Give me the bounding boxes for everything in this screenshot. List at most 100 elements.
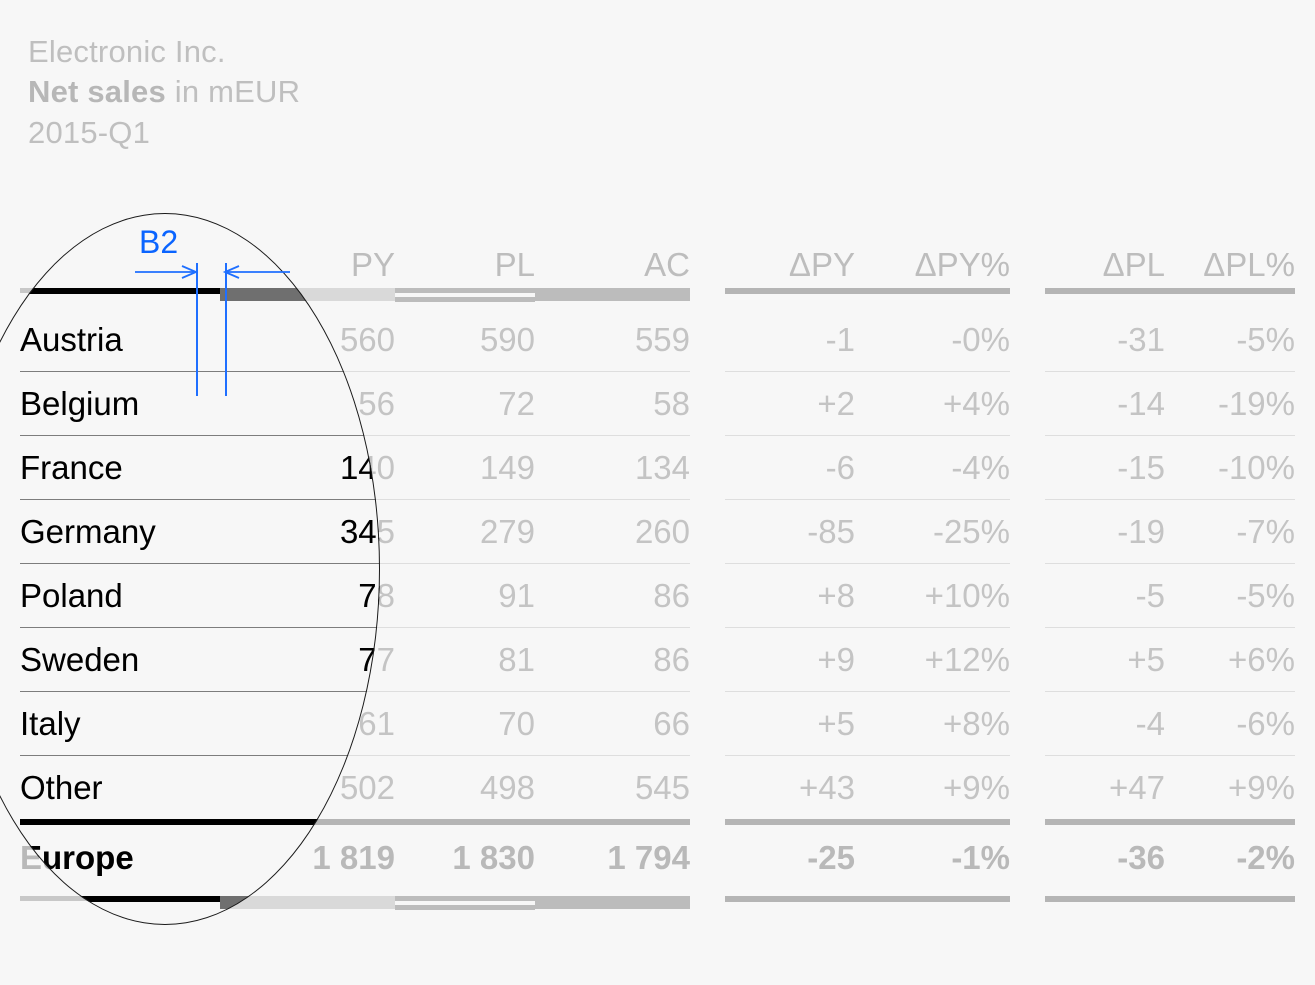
row-delta-py-pct: +12% bbox=[855, 627, 1010, 692]
footer-marker-pl bbox=[395, 891, 535, 918]
row-delta-py-pct: -0% bbox=[855, 308, 1010, 372]
total-gap-2 bbox=[1010, 822, 1045, 891]
total-gap-1 bbox=[690, 822, 725, 891]
row-delta-py-pct: -25% bbox=[855, 499, 1010, 564]
row-delta-pl: -14 bbox=[1045, 371, 1165, 436]
marker-gap-2 bbox=[1010, 288, 1045, 308]
row-label: Sweden bbox=[20, 627, 220, 692]
row-delta-pl-pct: -5% bbox=[1165, 308, 1295, 372]
row-gap-1 bbox=[690, 692, 725, 756]
row-delta-pl: -31 bbox=[1045, 308, 1165, 372]
row-delta-pl-pct: -6% bbox=[1165, 691, 1295, 756]
total-delta-pl-pct: -2% bbox=[1165, 819, 1295, 891]
marker-label bbox=[20, 288, 220, 308]
total-delta-py-pct: -1% bbox=[855, 819, 1010, 891]
row-pl: 498 bbox=[395, 755, 535, 823]
row-ac: 86 bbox=[535, 627, 690, 692]
row-delta-pl: -15 bbox=[1045, 435, 1165, 500]
row-delta-py-pct: +8% bbox=[855, 691, 1010, 756]
marker-gap-1 bbox=[690, 288, 725, 308]
row-gap-2 bbox=[1010, 564, 1045, 628]
row-gap-1 bbox=[690, 372, 725, 436]
report-table-wrapper: PY PL AC ΔPY ΔPY% ΔPL ΔPL% Austria 560 5… bbox=[0, 0, 1315, 985]
row-gap-1 bbox=[690, 436, 725, 500]
row-delta-pl-pct: -5% bbox=[1165, 563, 1295, 628]
row-delta-pl: +5 bbox=[1045, 627, 1165, 692]
row-delta-pl-pct: +6% bbox=[1165, 627, 1295, 692]
footer-marker-gap-1 bbox=[690, 891, 725, 918]
header-delta-pl: ΔPL bbox=[1102, 246, 1165, 283]
row-ac: 66 bbox=[535, 691, 690, 756]
row-pl: 72 bbox=[395, 371, 535, 436]
marker-delta-pl-pct bbox=[1165, 288, 1295, 308]
footer-marker-delta-py-pct bbox=[855, 891, 1010, 918]
row-delta-py-pct: +4% bbox=[855, 371, 1010, 436]
row-gap-1 bbox=[690, 564, 725, 628]
row-gap-2 bbox=[1010, 756, 1045, 823]
total-delta-pl: -36 bbox=[1045, 819, 1165, 891]
marker-pl bbox=[395, 288, 535, 308]
row-label: France bbox=[20, 435, 220, 500]
footer-marker-delta-pl bbox=[1045, 891, 1165, 918]
row-ac: 260 bbox=[535, 499, 690, 564]
row-delta-py: +8 bbox=[725, 563, 855, 628]
row-pl: 590 bbox=[395, 308, 535, 372]
row-pl: 149 bbox=[395, 435, 535, 500]
marker-ac bbox=[535, 288, 690, 308]
row-delta-py: +5 bbox=[725, 691, 855, 756]
footer-marker-ac bbox=[535, 891, 690, 918]
row-py: 77 bbox=[220, 627, 380, 692]
marker-delta-pl bbox=[1045, 288, 1165, 308]
row-gap-2 bbox=[1010, 372, 1045, 436]
row-label: Austria bbox=[20, 308, 220, 372]
row-gap-2 bbox=[1010, 500, 1045, 564]
row-pl: 279 bbox=[395, 499, 535, 564]
row-gap-2 bbox=[1010, 436, 1045, 500]
row-gap-1 bbox=[690, 628, 725, 692]
row-delta-py: -6 bbox=[725, 435, 855, 500]
row-pl: 70 bbox=[395, 691, 535, 756]
row-label: Germany bbox=[20, 499, 220, 564]
row-label: Poland bbox=[20, 563, 220, 628]
header-gap-2 bbox=[1010, 232, 1045, 288]
row-delta-py-pct: +10% bbox=[855, 563, 1010, 628]
row-pl: 91 bbox=[395, 563, 535, 628]
row-delta-py: -85 bbox=[725, 499, 855, 564]
row-pl: 81 bbox=[395, 627, 535, 692]
header-gap-1 bbox=[690, 232, 725, 288]
total-pl: 1 830 bbox=[395, 819, 535, 891]
row-delta-py: +2 bbox=[725, 371, 855, 436]
footer-marker-gap-2 bbox=[1010, 891, 1045, 918]
row-delta-pl-pct: -7% bbox=[1165, 499, 1295, 564]
total-delta-py: -25 bbox=[725, 819, 855, 891]
header-pl: PL bbox=[494, 246, 535, 283]
row-gap-1 bbox=[690, 756, 725, 823]
row-label: Belgium bbox=[20, 371, 220, 436]
row-gap-2 bbox=[1010, 308, 1045, 372]
footer-marker-delta-pl-pct bbox=[1165, 891, 1295, 918]
header-delta-pl-pct: ΔPL% bbox=[1203, 246, 1295, 283]
marker-delta-py-pct bbox=[855, 288, 1010, 308]
header-ac: AC bbox=[644, 246, 690, 283]
row-label: Italy bbox=[20, 691, 220, 756]
row-ac: 58 bbox=[535, 371, 690, 436]
row-ac: 545 bbox=[535, 755, 690, 823]
row-delta-pl: -5 bbox=[1045, 563, 1165, 628]
row-ac: 86 bbox=[535, 563, 690, 628]
row-ac: 134 bbox=[535, 435, 690, 500]
row-delta-py-pct: -4% bbox=[855, 435, 1010, 500]
marker-delta-py bbox=[725, 288, 855, 308]
row-delta-pl: -4 bbox=[1045, 691, 1165, 756]
row-delta-py: +9 bbox=[725, 627, 855, 692]
row-delta-py: +43 bbox=[725, 755, 855, 823]
header-delta-py: ΔPY bbox=[788, 246, 855, 283]
row-delta-pl-pct: -10% bbox=[1165, 435, 1295, 500]
row-gap-2 bbox=[1010, 692, 1045, 756]
row-gap-1 bbox=[690, 308, 725, 372]
row-delta-py-pct: +9% bbox=[855, 755, 1010, 823]
row-delta-pl: +47 bbox=[1045, 755, 1165, 823]
row-gap-2 bbox=[1010, 628, 1045, 692]
footer-marker-delta-py bbox=[725, 891, 855, 918]
row-py: 345 bbox=[220, 499, 380, 564]
row-delta-pl-pct: -19% bbox=[1165, 371, 1295, 436]
